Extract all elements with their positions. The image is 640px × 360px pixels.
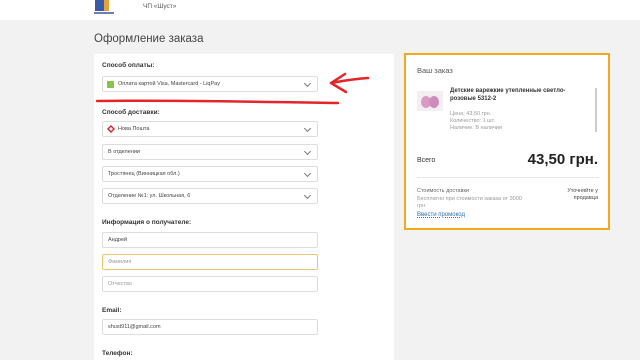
delivery-carrier-select[interactable]: Нова Пошта bbox=[102, 121, 318, 137]
chevron-down-icon bbox=[303, 124, 312, 133]
delivery-type-value: В отделении bbox=[108, 149, 141, 155]
total-label: Всего bbox=[417, 157, 436, 164]
first-name-field[interactable]: Андрей bbox=[102, 232, 318, 248]
patronymic-field[interactable]: Отчество bbox=[102, 276, 318, 292]
shipping-label: Стоимость доставки bbox=[417, 188, 469, 194]
first-name-value: Андрей bbox=[108, 237, 128, 243]
order-title: Ваш заказ bbox=[417, 66, 453, 75]
product-availability: Наличие: В наличии bbox=[450, 125, 502, 131]
shop-name[interactable]: ЧП «Шуст» bbox=[143, 3, 176, 10]
checkout-form: Способ оплаты: Оплата картой Visa, Maste… bbox=[94, 54, 394, 360]
payment-label: Способ оплаты: bbox=[102, 62, 155, 69]
chevron-down-icon bbox=[303, 169, 312, 178]
delivery-type-select[interactable]: В отделении bbox=[102, 144, 318, 160]
branch-select[interactable]: Отделение №1: ул. Школьная, 6 bbox=[102, 188, 318, 204]
city-value: Тростянец (Винницкая обл.) bbox=[108, 171, 180, 177]
city-select[interactable]: Тростянец (Винницкая обл.) bbox=[102, 166, 318, 182]
nova-poshta-icon bbox=[107, 125, 115, 133]
phone-label: Телефон: bbox=[102, 350, 133, 357]
product-quantity: Количество: 1 шт. bbox=[450, 118, 496, 124]
chevron-down-icon bbox=[303, 79, 312, 88]
top-bar: ЧП «Шуст» bbox=[0, 0, 640, 20]
items-scrollbar[interactable] bbox=[595, 88, 597, 132]
shipping-calc-note: Уточняйте у продавца bbox=[567, 188, 598, 201]
product-name[interactable]: Детские варежкие утепленные светло-розов… bbox=[450, 87, 590, 103]
shipping-free-note: Бесплатно при стоимости заказа от 3000 г… bbox=[417, 196, 522, 209]
delivery-carrier-value: Нова Пошта bbox=[118, 126, 150, 132]
total-value: 43,50 грн. bbox=[527, 151, 598, 168]
payment-method-value: Оплата картой Visa, Mastercard - LiqPay bbox=[118, 81, 220, 87]
page-title: Оформление заказа bbox=[94, 33, 204, 45]
branch-value: Отделение №1: ул. Школьная, 6 bbox=[108, 193, 191, 199]
delivery-label: Способ доставки: bbox=[102, 109, 160, 116]
chevron-down-icon bbox=[303, 191, 312, 200]
payment-method-select[interactable]: Оплата картой Visa, Mastercard - LiqPay bbox=[102, 76, 318, 92]
email-field[interactable]: shust911@gmail.com bbox=[102, 319, 318, 335]
order-summary: Ваш заказ Детские варежкие утепленные св… bbox=[404, 53, 610, 230]
divider bbox=[417, 177, 599, 178]
logo-icon[interactable] bbox=[93, 0, 115, 16]
patronymic-placeholder: Отчество bbox=[108, 281, 132, 287]
email-value: shust911@gmail.com bbox=[108, 324, 161, 330]
product-price: Цена: 43,50 грн. bbox=[450, 111, 492, 117]
chevron-down-icon bbox=[303, 147, 312, 156]
product-image[interactable] bbox=[417, 91, 443, 111]
promo-code-link[interactable]: Ввести промокод bbox=[417, 212, 465, 218]
recipient-label: Информация о получателе: bbox=[102, 219, 192, 226]
last-name-placeholder: Фамилия bbox=[108, 259, 132, 265]
email-label: Email: bbox=[102, 307, 122, 314]
liqpay-icon bbox=[107, 81, 114, 88]
last-name-field[interactable]: Фамилия bbox=[102, 254, 318, 270]
